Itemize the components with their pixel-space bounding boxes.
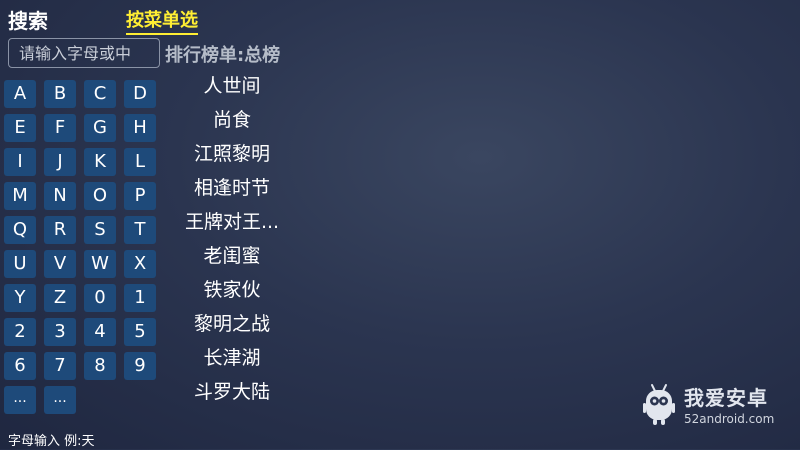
key-k[interactable]: K (84, 148, 116, 176)
key-g[interactable]: G (84, 114, 116, 142)
ranking-item[interactable]: 江照黎明 (172, 140, 292, 174)
key-y[interactable]: Y (4, 284, 36, 312)
key-6[interactable]: 6 (4, 352, 36, 380)
key-j[interactable]: J (44, 148, 76, 176)
android-robot-icon (643, 384, 675, 425)
key-o[interactable]: O (84, 182, 116, 210)
key-h[interactable]: H (124, 114, 156, 142)
key-b[interactable]: B (44, 80, 76, 108)
search-box[interactable] (8, 38, 160, 68)
key-more-1[interactable]: ... (4, 386, 36, 414)
key-d[interactable]: D (124, 80, 156, 108)
key-w[interactable]: W (84, 250, 116, 278)
menu-select-tab[interactable]: 按菜单选 (126, 9, 198, 35)
key-8[interactable]: 8 (84, 352, 116, 380)
key-f[interactable]: F (44, 114, 76, 142)
key-c[interactable]: C (84, 80, 116, 108)
key-l[interactable]: L (124, 148, 156, 176)
input-hint: 字母输入 例:天 (8, 434, 95, 449)
key-q[interactable]: Q (4, 216, 36, 244)
search-input[interactable] (9, 39, 159, 67)
key-5[interactable]: 5 (124, 318, 156, 346)
page-title: 搜索 (8, 9, 48, 33)
key-2[interactable]: 2 (4, 318, 36, 346)
key-r[interactable]: R (44, 216, 76, 244)
ranking-list: 人世间 尚食 江照黎明 相逢时节 王牌对王... 老闺蜜 铁家伙 黎明之战 长津… (172, 72, 292, 412)
key-3[interactable]: 3 (44, 318, 76, 346)
ranking-item[interactable]: 尚食 (172, 106, 292, 140)
letter-keyboard: A B C D E F G H I J K L M N O P Q R S T … (4, 80, 160, 414)
ranking-item[interactable]: 老闺蜜 (172, 242, 292, 276)
key-1[interactable]: 1 (124, 284, 156, 312)
key-7[interactable]: 7 (44, 352, 76, 380)
ranking-item[interactable]: 王牌对王... (172, 208, 292, 242)
key-z[interactable]: Z (44, 284, 76, 312)
key-n[interactable]: N (44, 182, 76, 210)
key-e[interactable]: E (4, 114, 36, 142)
key-t[interactable]: T (124, 216, 156, 244)
ranking-item[interactable]: 长津湖 (172, 344, 292, 378)
key-a[interactable]: A (4, 80, 36, 108)
key-more-2[interactable]: ... (44, 386, 76, 414)
key-9[interactable]: 9 (124, 352, 156, 380)
key-0[interactable]: 0 (84, 284, 116, 312)
watermark-url: 52android.com (684, 412, 775, 426)
watermark: 我爱安卓 52android.com (642, 380, 792, 430)
key-u[interactable]: U (4, 250, 36, 278)
key-4[interactable]: 4 (84, 318, 116, 346)
ranking-title: 排行榜单:总榜 (165, 45, 281, 66)
watermark-brand: 我爱安卓 (684, 386, 768, 410)
ranking-item[interactable]: 黎明之战 (172, 310, 292, 344)
ranking-item[interactable]: 人世间 (172, 72, 292, 106)
key-x[interactable]: X (124, 250, 156, 278)
key-i[interactable]: I (4, 148, 36, 176)
key-m[interactable]: M (4, 182, 36, 210)
key-s[interactable]: S (84, 216, 116, 244)
key-p[interactable]: P (124, 182, 156, 210)
ranking-item[interactable]: 铁家伙 (172, 276, 292, 310)
ranking-item[interactable]: 斗罗大陆 (172, 378, 292, 412)
key-v[interactable]: V (44, 250, 76, 278)
ranking-item[interactable]: 相逢时节 (172, 174, 292, 208)
